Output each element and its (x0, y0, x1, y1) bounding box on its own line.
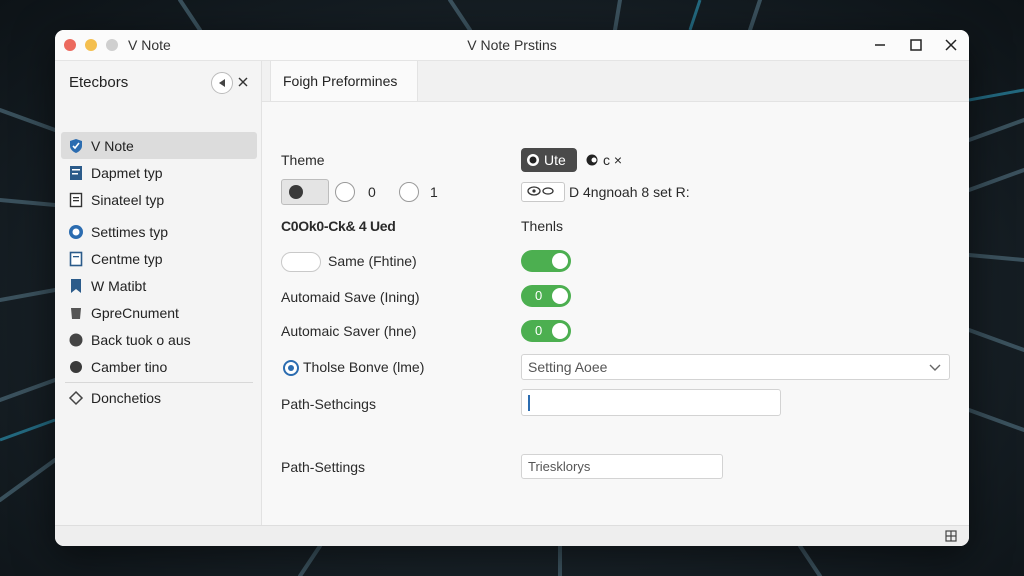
sidebar-item-sinateel[interactable]: Sinateel typ (61, 186, 257, 213)
grid-icon (945, 530, 957, 542)
sidebar-item-label: V Note (91, 137, 134, 154)
sidebar-item-label: Settimes typ (91, 223, 169, 240)
settings-panel: Theme Ute c × 0 1 D 4ngnoah 8 set R: C0O… (262, 102, 969, 526)
sidebar-item-matibt[interactable]: W Matibt (61, 272, 257, 299)
page-icon (67, 191, 85, 209)
record-icon (527, 154, 539, 166)
font-toggle[interactable] (521, 182, 565, 202)
tab-label: Foigh Preformines (283, 73, 398, 89)
sidebar-item-v-note[interactable]: V Note (61, 132, 257, 159)
theme-dark-button[interactable]: Ute (521, 148, 577, 172)
radio-option-0-label: 0 (368, 184, 376, 200)
theme-swatch-button[interactable] (281, 179, 329, 205)
status-button[interactable] (943, 528, 959, 544)
maximize-icon (910, 39, 922, 51)
radio-option-1[interactable] (399, 182, 419, 202)
sidebar-item-label: Back tuok o aus (91, 331, 191, 348)
same-switch[interactable] (521, 250, 571, 272)
sidebar-item-label: W Matibt (91, 277, 147, 294)
sidebar-item-label: Camber tino (91, 358, 168, 375)
close-button[interactable] (941, 35, 961, 55)
same-toggle[interactable] (281, 252, 321, 272)
dark-dot-icon (289, 185, 303, 199)
theme-extra[interactable]: c × (585, 152, 622, 168)
circle-icon (67, 331, 85, 349)
setting-select[interactable]: Setting Aoee (521, 354, 950, 380)
minimize-icon (875, 44, 885, 46)
eye-icon (527, 186, 554, 196)
sidebar-item-gprecnument[interactable]: GpreCnument (61, 299, 257, 326)
sidebar-item-back-tuok[interactable]: Back tuok o aus (61, 326, 257, 353)
sidebar-item-camber[interactable]: Camber tino (61, 353, 257, 380)
font-value: D 4ngnoah 8 set R: (569, 184, 690, 200)
document-icon (67, 164, 85, 182)
chevron-down-icon (929, 364, 941, 371)
cup-icon (67, 304, 85, 322)
app-window: V Note V Note Prstins Etecbors V Note Da… (55, 30, 969, 546)
tab-preferences[interactable]: Foigh Preformines (270, 61, 418, 101)
sidebar-item-label: GpreCnument (91, 304, 179, 321)
minimize-button[interactable] (870, 35, 890, 55)
autosave-switch[interactable]: 0 (521, 285, 571, 307)
sidebar-item-label: Sinateel typ (91, 191, 165, 208)
dot-icon (67, 358, 85, 376)
autosaver-switch[interactable]: 0 (521, 320, 571, 342)
tab-bar: Foigh Preformines (262, 61, 969, 102)
window-title: V Note Prstins (467, 37, 557, 53)
title-bar: V Note V Note Prstins (55, 30, 969, 61)
bookmark-icon (67, 277, 85, 295)
shortcut-label: C0Ok0-Ck& 4 Ued (281, 218, 396, 234)
diamond-icon (67, 389, 85, 407)
theme-dark-label: Ute (544, 152, 566, 168)
path-input-2[interactable]: Triesklorys (521, 454, 723, 479)
path-settings-label-1: Path-Sethcings (281, 396, 376, 412)
arrow-left-icon (219, 79, 225, 87)
sidebar-item-donchetios[interactable]: Donchetios (61, 384, 257, 411)
sidebar-back-button[interactable] (211, 72, 233, 94)
close-icon (238, 77, 248, 87)
radio-option-1-label: 1 (430, 184, 438, 200)
sidebar-close-button[interactable] (235, 72, 251, 92)
autosaver-switch-text: 0 (535, 323, 543, 338)
settings-circle-icon (67, 223, 85, 241)
status-bar (55, 525, 969, 546)
sidebar-item-dapmet[interactable]: Dapmet typ (61, 159, 257, 186)
sidebar-title: Etecbors (69, 74, 129, 91)
toggle-circle-icon (586, 154, 598, 166)
text-cursor (528, 394, 530, 411)
tholse-radio[interactable] (283, 360, 299, 376)
theme-extra-label: c × (603, 152, 623, 168)
sidebar-item-settimes[interactable]: Settimes typ (61, 218, 257, 245)
sidebar-item-label: Centme typ (91, 250, 163, 267)
sidebar-item-label: Donchetios (91, 389, 162, 406)
setting-select-value: Setting Aoee (528, 359, 608, 375)
sidebar: Etecbors V Note Dapmet typ Sinateel typ (55, 61, 262, 526)
tholse-label: Tholse Bonve (lme) (303, 359, 425, 375)
autosaver-label: Automaic Saver (hne) (281, 323, 417, 339)
sidebar-divider (65, 382, 253, 383)
check-shield-icon (67, 137, 85, 155)
autosave-label: Automaid Save (Ining) (281, 289, 420, 305)
theme-right-label: Thenls (521, 218, 564, 234)
autosave-switch-text: 0 (535, 288, 543, 303)
close-icon (945, 39, 957, 51)
path-input-2-value: Triesklorys (528, 459, 591, 474)
path-settings-label-2: Path-Settings (281, 459, 366, 475)
radio-option-0[interactable] (335, 182, 355, 202)
same-label: Same (Fhtine) (328, 253, 417, 269)
sidebar-item-label: Dapmet typ (91, 164, 163, 181)
file-icon (67, 250, 85, 268)
sidebar-item-centme[interactable]: Centme typ (61, 245, 257, 272)
maximize-button[interactable] (906, 35, 926, 55)
theme-label: Theme (281, 152, 325, 168)
path-input-1[interactable] (521, 389, 781, 416)
